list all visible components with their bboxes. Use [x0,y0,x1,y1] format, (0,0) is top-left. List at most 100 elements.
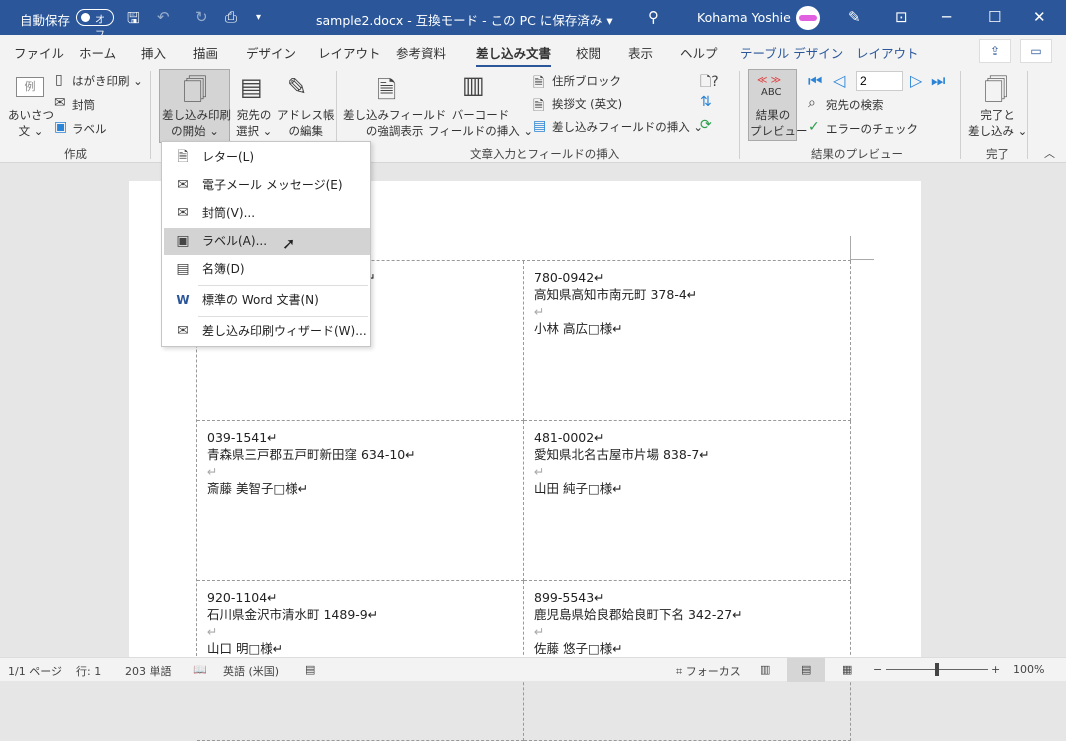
close-icon[interactable]: ✕ [1033,8,1046,26]
tab-design[interactable]: デザイン [246,43,296,62]
labels-button[interactable]: ラベル [72,121,107,137]
menu-item-labels[interactable]: ▣ ラベル(A)... [164,228,370,255]
tab-table-design[interactable]: テーブル デザイン [740,43,843,62]
web-layout-icon[interactable]: ▦ [842,663,852,676]
tab-file[interactable]: ファイル [14,43,64,62]
tab-insert[interactable]: 挿入 [141,43,166,62]
barcode-field-button[interactable]: バーコード フィールドの挿入 ⌄ [428,107,533,139]
group-label-preview: 結果のプレビュー [811,147,903,161]
word-icon: W [176,293,190,307]
save-icon[interactable]: 🖫 [127,8,140,33]
read-mode-icon[interactable]: ▥ [760,663,770,676]
ribbon-display-icon[interactable]: ⊡ [895,8,908,26]
pen-icon[interactable]: ✎ [848,8,861,26]
label-cell[interactable]: 780-0942↵ 高知県高知市南元町 378-4↵ ↵ 小林 高広□様↵ [524,261,851,421]
tab-draw[interactable]: 描画 [193,43,218,62]
proofing-icon[interactable]: 📖 [193,663,207,676]
collapse-ribbon-icon[interactable]: ︿ [1044,145,1055,161]
print-layout-button[interactable]: ▤ [787,658,825,682]
example-icon: 例 [16,77,44,97]
edit-recipient-list-icon: ✎ [287,73,308,101]
page-count[interactable]: 1/1 ページ [8,663,62,679]
menu-item-email[interactable]: ✉ 電子メール メッセージ(E) [164,172,370,199]
next-record-icon[interactable]: ▷ [910,71,922,90]
document-title[interactable]: sample2.docx - 互換モード - この PC に保存済み ▾ [316,10,613,29]
undo-icon[interactable]: ↶ [157,8,170,26]
tab-references[interactable]: 参考資料 [396,43,446,62]
previous-record-icon[interactable]: ◁ [833,71,845,90]
tab-review[interactable]: 校閲 [576,43,601,62]
envelope-button[interactable]: 封筒 [72,97,95,113]
zoom-slider-thumb[interactable] [935,663,939,676]
letter-icon: 🗎 [177,149,189,165]
status-bar: 1/1 ページ 行: 1 203 単語 📖 英語 (米国) ▤ ⌗ フォーカス … [0,657,1066,682]
accessibility-icon[interactable]: ▤ [305,663,315,676]
tab-table-layout[interactable]: レイアウト [856,43,919,62]
ribbon: 例 あいさつ 文 ⌄ ▯ はがき印刷 ⌄ ✉ 封筒 ▣ ラベル 作成 🗍 差し込… [0,67,1066,163]
directory-icon: ▤ [176,261,190,277]
postcard-icon: ▯ [55,72,63,88]
greeting-line-button[interactable]: 挨拶文 (英文) [552,96,622,112]
title-bar: 自動保存 オフ 🖫 ↶ ↻ ⎙ ▾ sample2.docx - 互換モード -… [0,0,1066,41]
customize-icon[interactable]: ▾ [256,12,261,23]
insert-field-icon: ▤ [533,118,547,134]
comments-button[interactable]: ▭ [1020,39,1052,63]
maximize-icon[interactable]: ☐ [988,8,1001,26]
redo-icon[interactable]: ↻ [195,8,208,26]
last-record-icon[interactable]: ⏭ [931,71,945,91]
check-errors-button[interactable]: エラーのチェック [826,121,918,137]
envelope-icon: ✉ [54,95,66,111]
tab-view[interactable]: 表示 [628,43,653,62]
update-labels-icon[interactable]: ⟳ [700,117,712,133]
menu-item-envelopes[interactable]: ✉ 封筒(V)... [164,200,370,227]
zoom-level[interactable]: 100% [1013,663,1044,676]
label-cell[interactable]: 481-0002↵ 愛知県北名古屋市片場 838-7↵ ↵ 山田 純子□様↵ [524,421,851,581]
zoom-out-button[interactable]: − [873,663,882,676]
wizard-icon: ✉ [177,323,189,339]
language[interactable]: 英語 (米国) [223,663,279,679]
autosave-toggle[interactable]: オフ [76,9,114,41]
select-recipients-icon: ▤ [240,73,263,101]
user-name[interactable]: Kohama Yoshie [697,10,791,25]
greeting-button[interactable]: あいさつ 文 ⌄ [8,107,54,139]
mouse-cursor-icon: ➚ [282,234,296,253]
tab-help[interactable]: ヘルプ [680,43,718,62]
labels-icon: ▣ [54,119,68,135]
menu-item-mail-merge-wizard[interactable]: ✉ 差し込み印刷ウィザード(W)... [164,318,370,345]
minimize-icon[interactable]: ─ [942,8,951,26]
tab-layout[interactable]: レイアウト [318,43,381,62]
edit-recipient-list-button[interactable]: アドレス帳 の編集 [277,107,335,139]
tab-mailings[interactable]: 差し込み文書 [476,43,552,68]
email-icon: ✉ [177,177,189,193]
focus-button[interactable]: ⌗ フォーカス [676,663,741,679]
find-recipient-button[interactable]: 宛先の検索 [826,97,884,113]
tab-home[interactable]: ホーム [79,43,116,62]
autosave-label: 自動保存 [20,13,71,28]
match-fields-icon[interactable]: ⇅ [700,94,712,110]
finish-merge-button[interactable]: 完了と 差し込み ⌄ [968,107,1027,139]
line-number[interactable]: 行: 1 [76,663,101,679]
word-count[interactable]: 203 単語 [125,663,172,679]
avatar[interactable] [796,6,820,30]
record-number-input[interactable] [856,71,903,91]
find-recipient-icon: ⌕ [808,95,816,111]
insert-merge-field-button[interactable]: 差し込みフィールドの挿入 ⌄ [552,119,703,135]
greeting-line-icon: 🗎 [533,98,545,114]
ribbon-tabs: ファイル ホーム 挿入 描画 デザイン レイアウト 参考資料 差し込み文書 校閲… [0,35,1066,68]
rules-icon[interactable]: 🗋? [700,71,719,95]
share-button[interactable]: ⇪ [979,39,1011,63]
menu-item-directory[interactable]: ▤ 名簿(D) [164,256,370,283]
menu-item-normal-word-document[interactable]: W 標準の Word 文書(N) [164,287,370,314]
search-icon[interactable]: ⚲ [648,8,659,26]
group-label-write: 文章入力とフィールドの挿入 [470,147,620,161]
first-record-icon[interactable]: ⏮ [808,71,822,91]
label-cell[interactable]: 039-1541↵ 青森県三戸郡五戸町新田窪 634-10↵ ↵ 斎藤 美智子□様↵ [197,421,524,581]
menu-item-letters[interactable]: 🗎 レター(L) [164,144,370,171]
address-block-button[interactable]: 住所ブロック [552,73,621,89]
zoom-in-button[interactable]: + [991,663,1000,676]
check-errors-icon: ✓ [808,119,820,135]
envelope-icon: ✉ [177,205,189,221]
print-preview-icon[interactable]: ⎙ [225,8,237,26]
select-recipients-button[interactable]: 宛先の 選択 ⌄ [236,107,272,139]
postcard-button[interactable]: はがき印刷 ⌄ [72,73,143,89]
